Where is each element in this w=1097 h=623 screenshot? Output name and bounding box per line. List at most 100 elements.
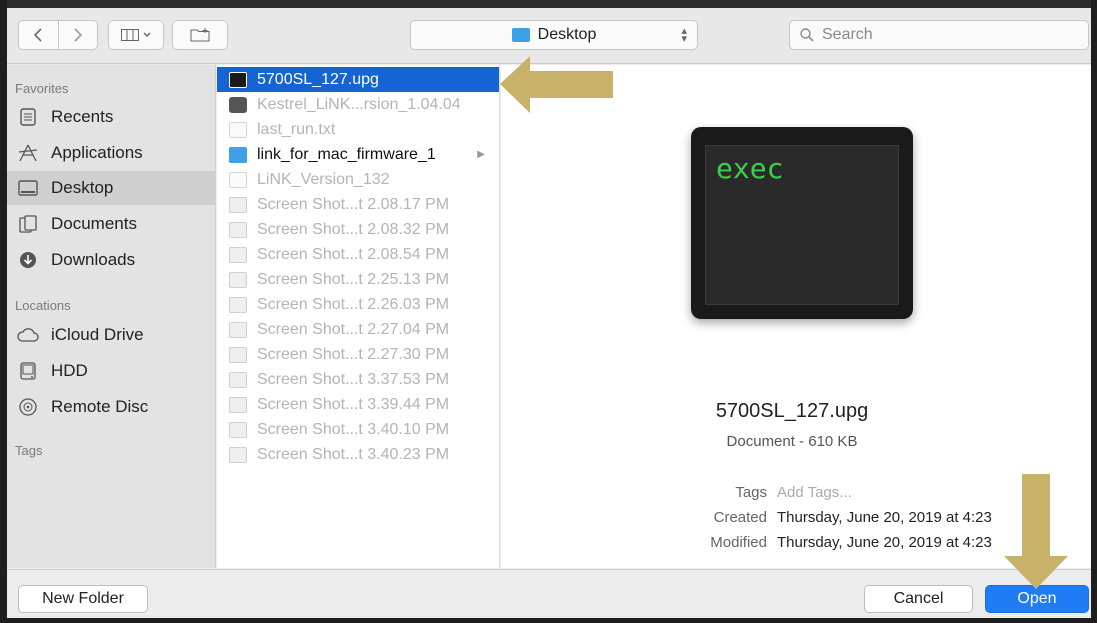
preview-pane: exec 5700SL_127.upg Document - 610 KB Ta… (501, 65, 1091, 568)
sidebar-item-hdd[interactable]: HDD (7, 354, 215, 388)
file-name: Screen Shot...t 2.26.03 PM (257, 295, 450, 313)
open-button[interactable]: Open (985, 585, 1089, 613)
sidebar-item-remote-disc[interactable]: Remote Disc (7, 390, 215, 424)
file-row[interactable]: Screen Shot...t 3.40.23 PM (217, 442, 499, 467)
sidebar: Favorites Recents Applications Desktop D… (7, 65, 216, 568)
window-frame-left (0, 0, 7, 623)
image-file-icon (229, 246, 247, 263)
sidebar-item-label: iCloud Drive (51, 325, 144, 344)
back-forward-group (18, 20, 98, 50)
image-file-icon (229, 346, 247, 363)
file-row-5700sl-upg[interactable]: 5700SL_127.upg (217, 67, 499, 92)
exec-icon-screen: exec (705, 145, 899, 305)
modified-value: Thursday, June 20, 2019 at 4:23 (777, 534, 992, 551)
file-row[interactable]: Screen Shot...t 3.40.10 PM (217, 417, 499, 442)
chevron-down-icon (143, 32, 151, 37)
disk-icon (17, 361, 39, 381)
new-folder-button[interactable]: New Folder (18, 585, 148, 613)
exec-file-icon (229, 71, 247, 88)
view-mode-button[interactable] (108, 20, 164, 50)
file-row[interactable]: LiNK_Version_132 (217, 167, 499, 192)
window-frame-right (1091, 0, 1097, 623)
exec-file-preview-icon: exec (691, 127, 913, 319)
file-row[interactable]: Screen Shot...t 2.26.03 PM (217, 292, 499, 317)
sidebar-item-desktop[interactable]: Desktop (7, 171, 215, 205)
tags-row: Tags Add Tags... (661, 484, 852, 501)
applications-icon (17, 143, 39, 163)
image-file-icon (229, 296, 247, 313)
sidebar-item-label: Applications (51, 143, 143, 162)
window-frame-top (0, 0, 1097, 8)
file-name: Screen Shot...t 2.27.04 PM (257, 320, 450, 338)
locations-heading: Locations (15, 298, 71, 313)
search-field[interactable] (789, 20, 1089, 50)
sidebar-item-downloads[interactable]: Downloads (7, 243, 215, 277)
back-button[interactable] (19, 21, 58, 49)
modified-label: Modified (710, 534, 767, 551)
image-file-icon (229, 396, 247, 413)
documents-icon (17, 214, 39, 234)
sidebar-item-recents[interactable]: Recents (7, 100, 215, 134)
file-name: Screen Shot...t 2.08.17 PM (257, 195, 450, 213)
window-frame-bottom (0, 618, 1097, 623)
downloads-icon (17, 250, 39, 270)
file-name: Screen Shot...t 3.40.23 PM (257, 445, 450, 463)
file-name: last_run.txt (257, 120, 336, 138)
image-file-icon (229, 371, 247, 388)
file-row[interactable]: Screen Shot...t 2.27.30 PM (217, 342, 499, 367)
new-folder-toolbar-button[interactable] (172, 20, 228, 50)
sidebar-item-label: HDD (51, 361, 88, 380)
sidebar-item-applications[interactable]: Applications (7, 136, 215, 170)
recents-icon (17, 107, 39, 127)
app-icon (229, 96, 247, 113)
file-name: Screen Shot...t 3.40.10 PM (257, 420, 450, 438)
file-name: Screen Shot...t 3.37.53 PM (257, 370, 450, 388)
disc-icon (17, 397, 39, 417)
image-file-icon (229, 446, 247, 463)
image-file-icon (229, 196, 247, 213)
favorites-heading: Favorites (15, 81, 69, 96)
annotation-arrow-down-icon (1004, 474, 1068, 589)
forward-button[interactable] (57, 21, 98, 49)
file-name: Screen Shot...t 2.27.30 PM (257, 345, 450, 363)
image-file-icon (229, 421, 247, 438)
created-value: Thursday, June 20, 2019 at 4:23 (777, 509, 992, 526)
sidebar-item-documents[interactable]: Documents (7, 207, 215, 241)
preview-file-name: 5700SL_127.upg (715, 400, 869, 422)
sidebar-item-icloud-drive[interactable]: iCloud Drive (7, 318, 215, 352)
bottom-bar: New Folder Cancel Open (7, 569, 1091, 618)
file-row[interactable]: Screen Shot...t 2.08.54 PM (217, 242, 499, 267)
search-input[interactable] (822, 26, 1062, 44)
cancel-button[interactable]: Cancel (864, 585, 973, 613)
text-file-icon (229, 121, 247, 138)
location-popup[interactable]: Desktop ▴ ▾ (410, 20, 698, 50)
file-name: link_for_mac_firmware_1 (257, 145, 436, 163)
sidebar-item-label: Downloads (51, 250, 136, 269)
file-row[interactable]: Screen Shot...t 2.25.13 PM (217, 267, 499, 292)
file-row-folder[interactable]: link_for_mac_firmware_1 ▶ (217, 142, 499, 167)
columns-view-icon (121, 29, 139, 41)
file-name: Screen Shot...t 2.25.13 PM (257, 270, 450, 288)
file-row[interactable]: Screen Shot...t 2.08.17 PM (217, 192, 499, 217)
file-list-column: 5700SL_127.upg Kestrel_LiNK...rsion_1.04… (217, 65, 500, 568)
preview-kind-size: Document - 610 KB (726, 433, 858, 450)
file-name: Screen Shot...t 3.39.44 PM (257, 395, 450, 413)
file-name: 5700SL_127.upg (257, 70, 379, 88)
sidebar-item-label: Remote Disc (51, 397, 149, 416)
search-icon (800, 28, 814, 42)
file-name: Screen Shot...t 2.08.32 PM (257, 220, 450, 238)
annotation-arrow-left-icon (500, 56, 613, 113)
file-row[interactable]: Screen Shot...t 3.37.53 PM (217, 367, 499, 392)
chevron-left-icon (34, 28, 42, 42)
file-row[interactable]: Screen Shot...t 2.27.04 PM (217, 317, 499, 342)
file-row[interactable]: Kestrel_LiNK...rsion_1.04.04 (217, 92, 499, 117)
file-name: Kestrel_LiNK...rsion_1.04.04 (257, 95, 461, 113)
file-row[interactable]: Screen Shot...t 2.08.32 PM (217, 217, 499, 242)
exec-icon-label: exec (716, 152, 784, 185)
sidebar-item-label: Desktop (51, 178, 114, 197)
created-row: Created Thursday, June 20, 2019 at 4:23 (661, 509, 992, 526)
chevron-right-icon (74, 28, 82, 42)
file-row[interactable]: Screen Shot...t 3.39.44 PM (217, 392, 499, 417)
add-tags-field[interactable]: Add Tags... (777, 484, 852, 501)
file-row[interactable]: last_run.txt (217, 117, 499, 142)
